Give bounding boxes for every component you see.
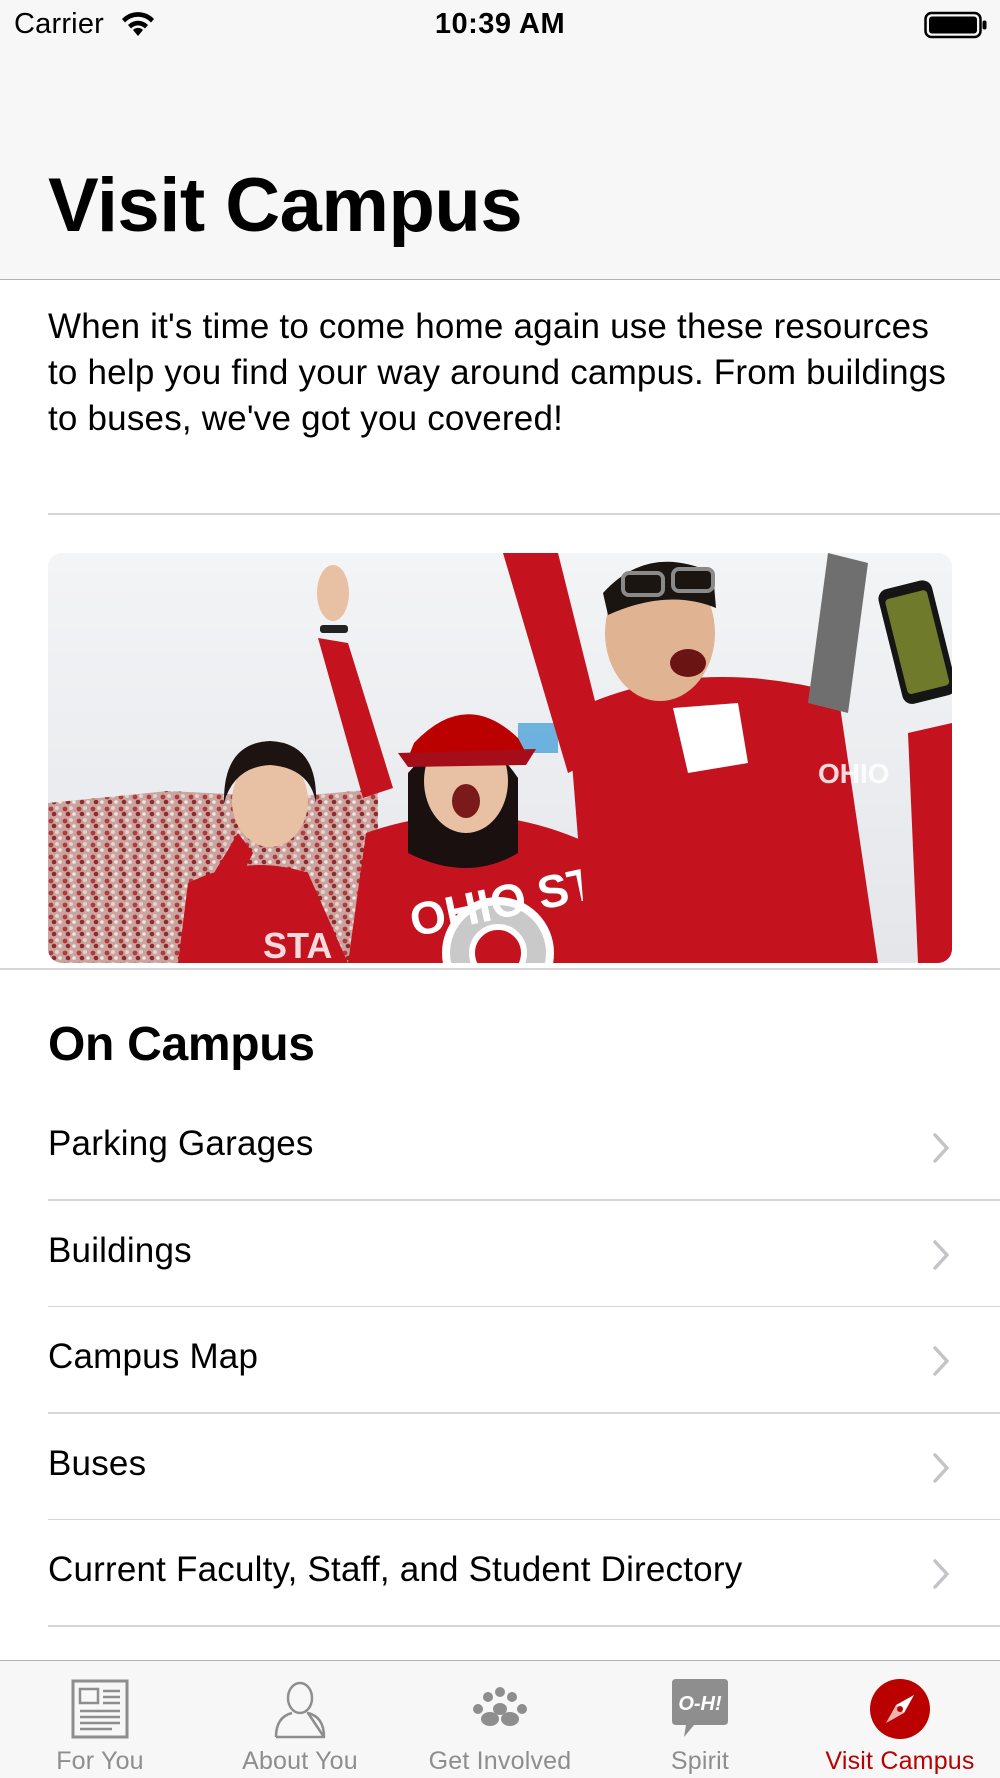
tab-label: Get Involved (428, 1747, 572, 1775)
list-item-label: Current Faculty, Staff, and Student Dire… (48, 1550, 743, 1589)
divider (0, 968, 1000, 970)
tab-for-you[interactable]: For You (0, 1661, 200, 1778)
tab-bar: For You About You Get Involved O-H! Spir… (0, 1660, 1000, 1778)
tab-about-you[interactable]: About You (200, 1661, 400, 1778)
chevron-right-icon (933, 1133, 949, 1163)
tab-spirit[interactable]: O-H! Spirit (600, 1661, 800, 1778)
person-icon (274, 1681, 326, 1739)
status-bar: Carrier 10:39 AM (0, 0, 1000, 50)
list-item-label: Buildings (48, 1230, 192, 1270)
list-item-campus-map[interactable]: Campus Map (0, 1307, 1000, 1414)
row-divider (48, 1625, 1000, 1627)
chevron-right-icon (933, 1346, 949, 1376)
list-item-label: Buses (48, 1443, 147, 1483)
newspaper-icon (71, 1679, 129, 1739)
campus-resource-list: Parking Garages Buildings Campus Map Bus… (0, 1094, 1000, 1627)
page-title: Visit Campus (48, 163, 523, 248)
tab-label: Visit Campus (825, 1747, 975, 1775)
tab-get-involved[interactable]: Get Involved (400, 1661, 600, 1778)
compass-icon (870, 1679, 930, 1739)
tab-visit-campus[interactable]: Visit Campus (800, 1661, 1000, 1778)
list-item-label: Parking Garages (48, 1124, 314, 1163)
navigation-header: Visit Campus (0, 50, 1000, 280)
svg-text:O-H!: O-H! (678, 1693, 722, 1715)
paw-prints-icon (473, 1687, 527, 1726)
list-item-label: Campus Map (48, 1337, 259, 1376)
oh-speech-bubble-icon: O-H! (672, 1679, 728, 1737)
svg-text:OHIO: OHIO (818, 758, 890, 789)
tab-label: For You (56, 1747, 144, 1775)
list-item-buildings[interactable]: Buildings (0, 1201, 1000, 1307)
tab-label: About You (242, 1747, 358, 1775)
list-item-parking-garages[interactable]: Parking Garages (0, 1094, 1000, 1201)
chevron-right-icon (933, 1559, 949, 1589)
chevron-right-icon (933, 1452, 949, 1483)
section-title-on-campus: On Campus (48, 1018, 315, 1071)
list-item-directory[interactable]: Current Faculty, Staff, and Student Dire… (0, 1520, 1000, 1627)
clock: 10:39 AM (434, 8, 566, 40)
list-item-buses[interactable]: Buses (0, 1414, 1000, 1520)
tab-label: Spirit (670, 1747, 730, 1775)
chevron-right-icon (933, 1239, 949, 1270)
battery-icon (924, 11, 987, 39)
intro-description: When it's time to come home again use th… (48, 307, 947, 438)
divider (48, 513, 1000, 515)
svg-text:STA: STA (263, 925, 332, 963)
hero-image: STA OHIO STATE OHIO (48, 553, 952, 963)
